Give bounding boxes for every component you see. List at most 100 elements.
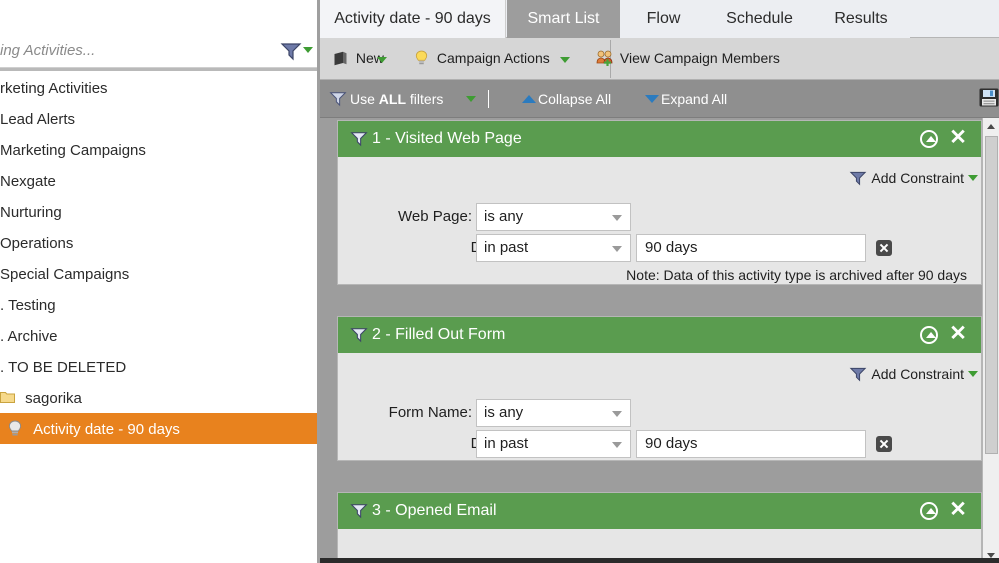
tab-results[interactable]: Results	[812, 0, 910, 38]
tab-label: Activity date - 90 days	[334, 10, 491, 27]
filter-panel-3: 3 - Opened Email ✕ Add Constraint	[337, 492, 982, 563]
close-icon[interactable]: ✕	[949, 499, 967, 521]
sidebar-item-label: Activity date - 90 days	[33, 420, 180, 438]
sidebar-item-label: Marketing Campaigns	[0, 141, 146, 159]
sidebar-item-marketing-activities[interactable]: rketing Activities	[0, 72, 320, 103]
value-text: 90 days	[645, 435, 698, 452]
add-constraint-label: Add Constraint	[871, 170, 964, 186]
sidebar-item-activity-date-90-days[interactable]: Activity date - 90 days	[0, 413, 320, 444]
sidebar-item-operations[interactable]: Operations	[0, 227, 320, 258]
tab-label: Results	[834, 10, 888, 27]
move-up-icon[interactable]	[920, 326, 938, 344]
sidebar-item-nurturing[interactable]: Nurturing	[0, 196, 320, 227]
filter-panel-2: 2 - Filled Out Form ✕ Add Constraint For…	[337, 316, 982, 461]
filter-panel-header: 3 - Opened Email ✕	[338, 493, 981, 529]
campaign-actions-chevron-down-icon[interactable]	[560, 57, 570, 63]
scrollbar-thumb[interactable]	[985, 136, 998, 454]
clear-value-button[interactable]	[876, 436, 892, 452]
funnel-icon[interactable]	[280, 41, 302, 61]
sidebar-item-marketing-campaigns[interactable]: Marketing Campaigns	[0, 134, 320, 165]
sidebar: rketing Activities Lead Alerts Marketing…	[0, 0, 320, 563]
triangle-up-icon[interactable]	[522, 95, 536, 103]
campaign-actions-button[interactable]: Campaign Actions	[415, 38, 550, 79]
tab-flow[interactable]: Flow	[620, 0, 707, 38]
chevron-down-icon[interactable]	[303, 47, 313, 53]
filter-panel-header: 1 - Visited Web Page ✕	[338, 121, 981, 157]
value-input[interactable]: 90 days	[636, 234, 866, 262]
filter-panel-header: 2 - Filled Out Form ✕	[338, 317, 981, 353]
filter-row-date-of-activity: Date of Activity: in past 90 days	[338, 234, 898, 262]
sidebar-item-label: . Archive	[0, 327, 58, 345]
sidebar-item-testing[interactable]: . Testing	[0, 289, 320, 320]
chevron-down-icon[interactable]	[968, 175, 978, 181]
filter-row-web-page: Web Page: is any	[338, 203, 658, 231]
move-up-icon[interactable]	[920, 502, 938, 520]
sidebar-item-archive[interactable]: . Archive	[0, 320, 320, 351]
logo-area	[0, 0, 320, 41]
value-input[interactable]: 90 days	[636, 430, 866, 458]
toolbar: New Campaign Actions View Campaign Membe…	[320, 38, 999, 80]
vertical-scrollbar[interactable]	[982, 118, 999, 563]
close-icon[interactable]: ✕	[949, 323, 967, 345]
chevron-down-icon	[612, 215, 622, 221]
operator-select[interactable]: in past	[476, 234, 631, 262]
filter-row-date-of-activity: Date of Activity: in past 90 days	[338, 430, 898, 458]
expand-all-button[interactable]: Expand All	[661, 80, 727, 118]
lightbulb-icon	[415, 50, 428, 65]
search-input[interactable]	[0, 34, 276, 67]
sidebar-item-lead-alerts[interactable]: Lead Alerts	[0, 103, 320, 134]
funnel-icon	[350, 328, 368, 343]
filter-row-form-name: Form Name: is any	[338, 399, 658, 427]
sidebar-divider	[0, 68, 320, 71]
operator-value: is any	[484, 404, 524, 421]
operator-value: is any	[484, 208, 524, 225]
funnel-icon	[329, 92, 347, 107]
filter-panel-1: 1 - Visited Web Page ✕ Add Constraint We…	[337, 120, 982, 285]
main-pane: Activity date - 90 days Smart List Flow …	[320, 0, 999, 563]
use-prefix: Use	[350, 91, 379, 107]
sidebar-item-sagorika[interactable]: sagorika	[0, 382, 320, 413]
operator-value: in past	[484, 435, 529, 452]
add-constraint-label: Add Constraint	[871, 366, 964, 382]
sidebar-item-label: Nurturing	[0, 203, 62, 221]
archive-note: Note: Data of this activity type is arch…	[626, 267, 967, 283]
use-filters-chevron-down-icon[interactable]	[466, 96, 476, 102]
tab-label: Schedule	[726, 10, 793, 27]
collapse-all-button[interactable]: Collapse All	[538, 80, 611, 118]
scroll-up-button[interactable]	[983, 118, 999, 134]
tab-schedule[interactable]: Schedule	[707, 0, 812, 38]
sidebar-item-label: Special Campaigns	[0, 265, 130, 283]
tab-label: Flow	[646, 10, 681, 27]
filter-panel-title: 3 - Opened Email	[372, 502, 497, 519]
close-icon[interactable]: ✕	[949, 127, 967, 149]
add-constraint-button[interactable]: Add Constraint	[850, 363, 978, 385]
cube-icon	[334, 51, 347, 65]
view-campaign-members-label: View Campaign Members	[619, 50, 780, 66]
tab-smart-list[interactable]: Smart List	[507, 0, 620, 38]
triangle-down-icon[interactable]	[645, 95, 659, 103]
operator-select[interactable]: is any	[476, 399, 631, 427]
save-floppy-icon[interactable]	[979, 88, 999, 107]
filter-panel-body: Add Constraint Web Page: is any Date of …	[338, 157, 981, 284]
move-up-icon[interactable]	[920, 130, 938, 148]
operator-select[interactable]: in past	[476, 430, 631, 458]
tab-label: Smart List	[527, 10, 600, 27]
chevron-down-icon	[612, 246, 622, 252]
lightbulb-icon	[8, 420, 22, 436]
operator-value: in past	[484, 239, 529, 256]
new-chevron-down-icon[interactable]	[377, 57, 387, 63]
operator-select[interactable]: is any	[476, 203, 631, 231]
clear-value-button[interactable]	[876, 240, 892, 256]
sidebar-item-special-campaigns[interactable]: Special Campaigns	[0, 258, 320, 289]
sidebar-item-nexgate[interactable]: Nexgate	[0, 165, 320, 196]
add-constraint-button[interactable]: Add Constraint	[850, 167, 978, 189]
chevron-down-icon[interactable]	[968, 371, 978, 377]
use-all-filters-button[interactable]: Use ALL filters	[350, 80, 443, 118]
view-campaign-members-button[interactable]: View Campaign Members	[596, 38, 780, 79]
sidebar-item-to-be-deleted[interactable]: . TO BE DELETED	[0, 351, 320, 382]
tab-activity-date-90-days[interactable]: Activity date - 90 days	[320, 0, 506, 38]
filterbar-separator	[488, 90, 489, 108]
campaign-actions-label: Campaign Actions	[436, 50, 550, 66]
use-suffix: filters	[406, 91, 444, 107]
filter-panel-title: 2 - Filled Out Form	[372, 326, 506, 343]
